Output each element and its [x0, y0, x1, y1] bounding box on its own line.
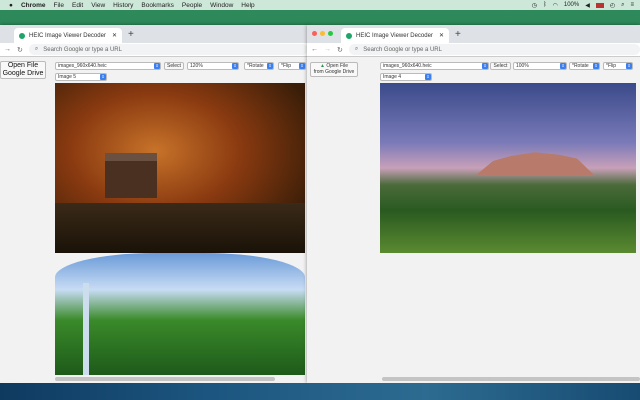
flip-select[interactable]: *Flip ⇕ — [278, 62, 306, 70]
rotate-select[interactable]: *Rotate ⇕ — [569, 62, 600, 70]
zoom-value: 120% — [190, 63, 203, 69]
search-icon: ⌕ — [34, 46, 39, 52]
open-file-google-drive-button[interactable]: Open File Google Drive — [0, 61, 46, 79]
waterfall-image — [55, 253, 305, 375]
volume-icon[interactable]: ◀ — [585, 2, 590, 9]
wifi-icon[interactable]: ◠ — [553, 2, 558, 9]
browser-window-left: HEIC Image Viewer Decoder ✕ + → ↻ ⌕ Searc… — [0, 25, 308, 383]
file-select-value: images_960x640.heic — [58, 63, 107, 69]
minimize-window-button[interactable] — [320, 31, 325, 36]
file-select-value: images_960x640.heic — [383, 63, 432, 69]
tab-title: HEIC Image Viewer Decoder — [356, 32, 433, 39]
chevron-down-icon: ⇕ — [232, 63, 238, 69]
menu-view[interactable]: View — [91, 2, 105, 9]
select-button[interactable]: Select — [164, 62, 184, 70]
waterfall — [83, 283, 89, 375]
battery-status[interactable]: 100% — [564, 2, 579, 8]
browser-window-right: HEIC Image Viewer Decoder ✕ + ← → ↻ ⌕ Sea… — [307, 25, 640, 383]
lake — [55, 203, 305, 253]
notification-icon[interactable]: ≡ — [630, 2, 634, 8]
omnibox-placeholder: Search Google or type a URL — [43, 46, 122, 53]
zoom-select[interactable]: 100% ⇕ — [513, 62, 567, 70]
bluetooth-icon[interactable]: ᛒ — [543, 2, 547, 8]
menu-window[interactable]: Window — [210, 2, 233, 9]
menu-file[interactable]: File — [54, 2, 64, 9]
gazebo — [105, 153, 157, 198]
image-select-value: Image 5 — [58, 74, 77, 80]
google-drive-label: from Google Drive — [313, 69, 355, 75]
open-file-label: Open File — [7, 62, 39, 69]
close-tab-icon[interactable]: ✕ — [112, 32, 117, 39]
time-machine-icon[interactable]: ◷ — [532, 2, 537, 9]
chevron-down-icon: ⇕ — [482, 63, 488, 69]
search-icon: ⌕ — [354, 46, 359, 52]
chevron-down-icon: ⇕ — [267, 63, 273, 69]
menu-bar: ● Chrome File Edit View History Bookmark… — [0, 0, 640, 10]
chevron-down-icon: ⇕ — [560, 63, 566, 69]
search-icon[interactable]: ⌕ — [621, 2, 624, 9]
image-select[interactable]: Image 5 ⇕ — [55, 73, 107, 81]
omnibox[interactable]: ⌕ Search Google or type a URL — [348, 44, 640, 55]
menu-edit[interactable]: Edit — [72, 2, 83, 9]
mountain-meadow-image — [380, 83, 636, 253]
favicon-icon — [346, 32, 352, 39]
google-drive-label: Google Drive — [2, 70, 44, 77]
chevron-down-icon: ⇕ — [154, 63, 160, 69]
new-tab-icon[interactable]: + — [455, 29, 461, 40]
favicon-icon — [19, 32, 25, 39]
mountains — [475, 152, 595, 176]
rotate-value: *Rotate — [572, 63, 589, 69]
select-button[interactable]: Select — [490, 62, 511, 70]
file-select[interactable]: images_960x640.heic ⇕ — [380, 62, 489, 70]
omnibox-placeholder: Search Google or type a URL — [363, 46, 442, 53]
maximize-window-button[interactable] — [328, 31, 333, 36]
flip-value: *Flip — [606, 63, 617, 69]
horizontal-scrollbar[interactable] — [55, 377, 275, 381]
menu-bookmarks[interactable]: Bookmarks — [141, 2, 174, 9]
tab-title: HEIC Image Viewer Decoder — [29, 32, 106, 39]
menu-people[interactable]: People — [182, 2, 202, 9]
flip-value: *Flip — [281, 63, 292, 69]
chevron-down-icon: ⇕ — [593, 63, 599, 69]
close-tab-icon[interactable]: ✕ — [439, 32, 444, 39]
tab-heic-viewer[interactable]: HEIC Image Viewer Decoder ✕ — [14, 28, 122, 43]
zoom-value: 100% — [516, 63, 529, 69]
chevron-down-icon: ⇕ — [299, 63, 305, 69]
omnibox[interactable]: ⌕ Search Google or type a URL — [28, 44, 308, 55]
back-icon[interactable]: ← — [311, 46, 318, 53]
open-file-google-drive-button[interactable]: ▲ Open File from Google Drive — [310, 62, 358, 77]
window-controls — [312, 31, 333, 36]
zoom-select[interactable]: 120% ⇕ — [187, 62, 239, 70]
tab-heic-viewer[interactable]: HEIC Image Viewer Decoder ✕ — [341, 28, 449, 43]
desktop-background — [0, 383, 640, 400]
image-select[interactable]: Image 4 ⇕ — [380, 73, 432, 81]
clock-icon[interactable]: ◴ — [610, 2, 615, 9]
reload-icon[interactable]: ↻ — [337, 46, 343, 54]
menu-help[interactable]: Help — [241, 2, 254, 9]
forward-icon[interactable]: → — [4, 46, 11, 53]
menu-history[interactable]: History — [113, 2, 133, 9]
chevron-down-icon: ⇕ — [626, 63, 632, 69]
rotate-select[interactable]: *Rotate ⇕ — [244, 62, 274, 70]
chevron-down-icon: ⇕ — [425, 74, 431, 80]
autumn-lake-image — [55, 83, 305, 253]
file-select[interactable]: images_960x640.heic ⇕ — [55, 62, 161, 70]
new-tab-icon[interactable]: + — [128, 29, 134, 40]
close-window-button[interactable] — [312, 31, 317, 36]
flag-icon[interactable] — [595, 2, 604, 8]
image-select-value: Image 4 — [383, 74, 402, 80]
menu-app[interactable]: Chrome — [21, 2, 46, 9]
reload-icon[interactable]: ↻ — [17, 46, 23, 54]
flip-select[interactable]: *Flip ⇕ — [603, 62, 633, 70]
chevron-down-icon: ⇕ — [100, 74, 106, 80]
apple-icon[interactable]: ● — [9, 2, 13, 9]
horizontal-scrollbar[interactable] — [382, 377, 640, 381]
forward-icon[interactable]: → — [324, 46, 331, 53]
rotate-value: *Rotate — [247, 63, 264, 69]
